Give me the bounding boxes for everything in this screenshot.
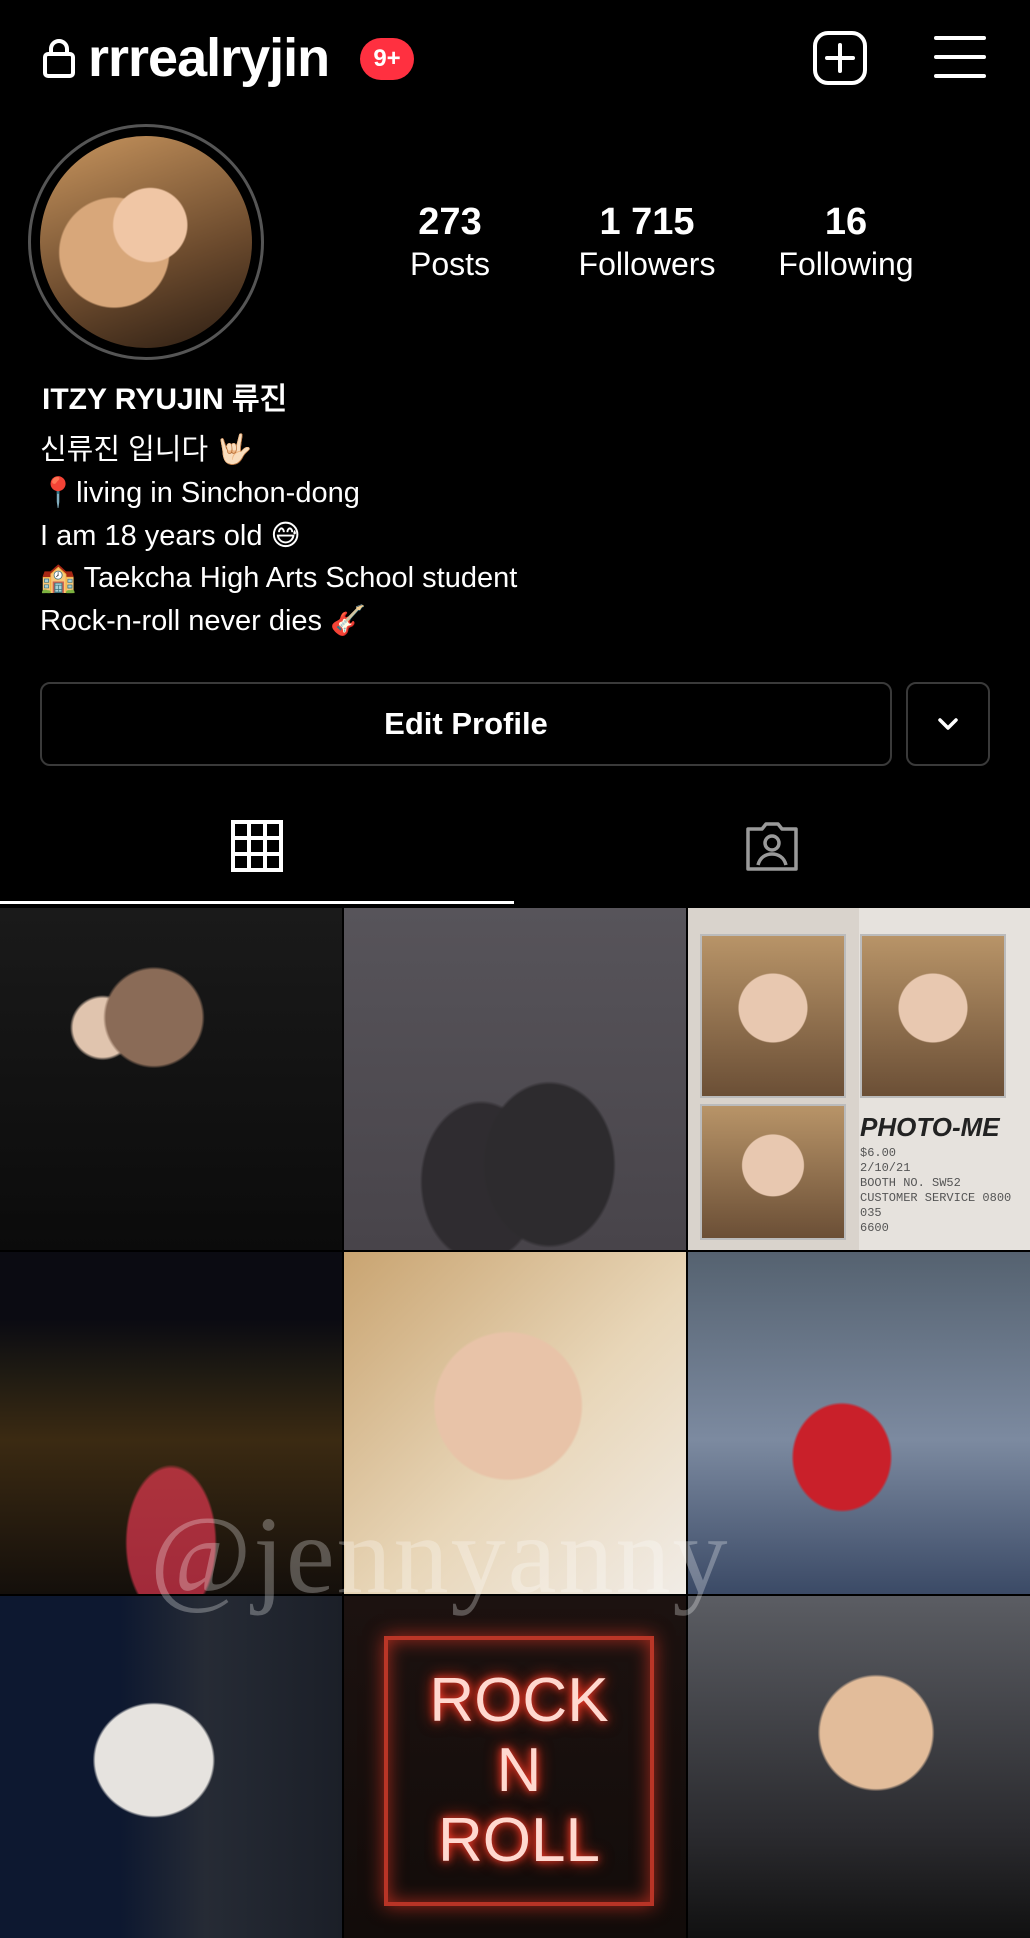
suggested-accounts-button[interactable] <box>906 682 990 766</box>
photo-strip-frame <box>700 934 846 1098</box>
username-switcher[interactable]: rrrealryjin <box>88 26 330 90</box>
post-thumbnail[interactable] <box>0 1252 342 1594</box>
bio-line: Rock-n-roll never dies 🎸 <box>40 605 367 637</box>
photo-strip-receipt: $6.00 2/10/21 BOOTH NO. SW52 CUSTOMER SE… <box>860 1146 1030 1236</box>
post-thumbnail[interactable]: PHOTO-ME $6.00 2/10/21 BOOTH NO. SW52 CU… <box>688 908 1030 1250</box>
stat-number: 16 <box>824 201 868 243</box>
avatar[interactable] <box>40 136 252 348</box>
receipt-line: CUSTOMER SERVICE 0800 035 <box>860 1191 1012 1220</box>
edit-profile-button[interactable]: Edit Profile <box>40 682 892 766</box>
bio-line: 📍living in Sinchon-dong <box>40 477 360 509</box>
post-thumbnail[interactable] <box>688 1252 1030 1594</box>
bio-line: 🏫 Taekcha High Arts School student <box>40 562 518 594</box>
receipt-line: BOOTH NO. SW52 <box>860 1176 961 1190</box>
stat-number: 273 <box>418 201 482 243</box>
receipt-line: 2/10/21 <box>860 1161 911 1175</box>
plus-square-icon <box>813 31 867 85</box>
hamburger-menu-icon <box>934 36 986 78</box>
stat-label: Following <box>778 246 914 282</box>
post-thumbnail[interactable] <box>688 1596 1030 1938</box>
stat-label: Followers <box>578 246 716 282</box>
bio-line: I am 18 years old 😅 <box>40 520 301 552</box>
following-count[interactable]: 16 Following <box>770 200 922 284</box>
tab-tagged[interactable] <box>514 790 1030 904</box>
tagged-person-icon <box>746 822 798 871</box>
receipt-line: 6600 <box>860 1221 889 1235</box>
neon-sign-text: N <box>496 1736 542 1805</box>
tab-posts-grid[interactable] <box>0 790 514 904</box>
chevron-down-icon <box>938 718 958 730</box>
create-post-button[interactable] <box>812 30 868 86</box>
display-name: ITZY RYUJIN 류진 <box>42 383 288 416</box>
post-thumbnail[interactable]: ROCK N ROLL <box>344 1596 686 1938</box>
post-thumbnail[interactable] <box>0 1596 342 1938</box>
photo-strip-frame <box>700 1104 846 1240</box>
photo-strip-frame <box>860 934 1006 1098</box>
bio-line: 신류진 입니다 🤟🏻 <box>40 434 253 466</box>
grid-icon <box>231 819 283 872</box>
menu-button[interactable] <box>934 34 986 80</box>
stat-label: Posts <box>409 246 491 282</box>
receipt-line: $6.00 <box>860 1146 897 1160</box>
neon-sign: ROCK N ROLL <box>384 1636 654 1906</box>
neon-sign-text: ROCK <box>429 1666 609 1735</box>
stat-number: 1 715 <box>599 201 695 243</box>
post-thumbnail[interactable] <box>344 908 686 1250</box>
post-thumbnail[interactable] <box>0 908 342 1250</box>
post-thumbnail[interactable] <box>344 1252 686 1594</box>
notification-badge[interactable]: 9+ <box>360 38 414 80</box>
photo-strip-title: PHOTO-ME <box>860 1112 1000 1142</box>
followers-count[interactable]: 1 715 Followers <box>570 200 724 284</box>
lock-icon <box>42 38 76 83</box>
neon-sign-text: ROLL <box>438 1806 600 1875</box>
posts-count[interactable]: 273 Posts <box>388 200 512 284</box>
profile-header: rrrealryjin 9+ <box>0 0 1030 118</box>
